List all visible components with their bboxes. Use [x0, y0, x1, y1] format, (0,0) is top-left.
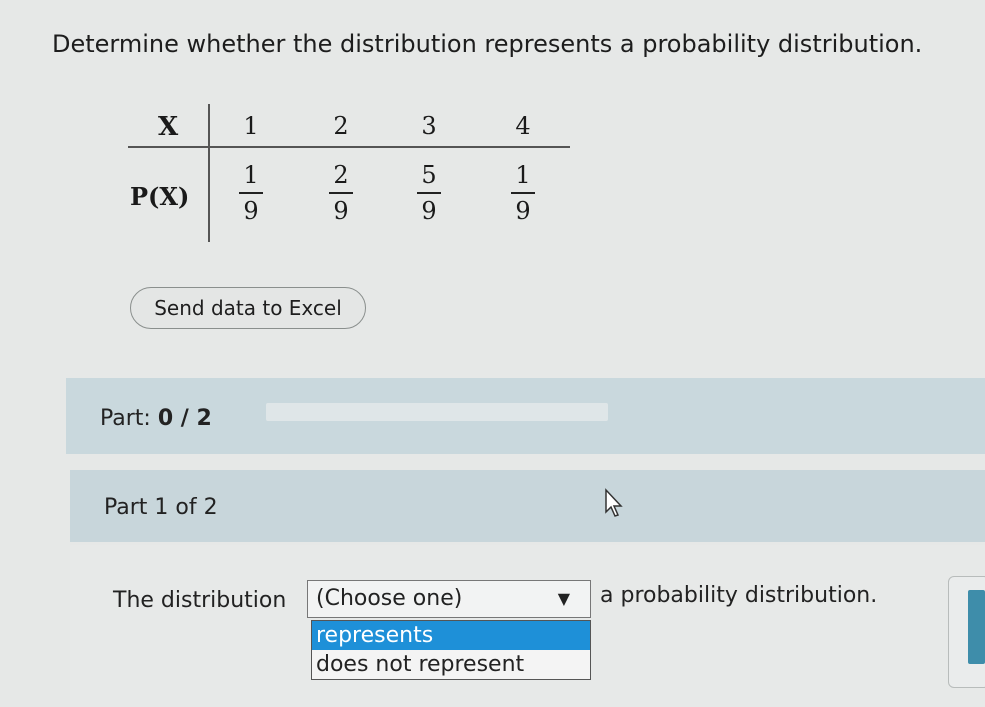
option-does-not-represent[interactable]: does not represent — [312, 650, 590, 679]
x-value: 4 — [515, 112, 531, 140]
send-to-excel-button[interactable]: Send data to Excel — [130, 287, 366, 329]
table-column-divider — [208, 104, 210, 242]
denominator: 9 — [421, 197, 437, 225]
question-text: Determine whether the distribution repre… — [52, 30, 923, 58]
choose-one-select[interactable]: (Choose one) ▼ — [307, 580, 591, 618]
denominator: 9 — [243, 197, 259, 225]
table-header-divider — [128, 146, 570, 148]
x-header: X — [158, 112, 179, 142]
distribution-table: X P(X) 1 2 3 4 1 9 2 9 5 9 1 9 — [128, 104, 570, 242]
probability-fraction: 2 9 — [325, 160, 357, 226]
part-label: Part: — [100, 406, 151, 431]
x-value: 1 — [243, 112, 259, 140]
dropdown-options: represents does not represent — [311, 620, 591, 680]
px-header: P(X) — [130, 182, 190, 211]
probability-fraction: 1 9 — [507, 160, 539, 226]
dropdown-arrow-icon[interactable]: ▼ — [558, 581, 570, 617]
numerator: 2 — [333, 161, 349, 189]
denominator: 9 — [333, 197, 349, 225]
denominator: 9 — [515, 197, 531, 225]
x-value: 3 — [421, 112, 437, 140]
x-value: 2 — [333, 112, 349, 140]
numerator: 5 — [421, 161, 437, 189]
part-count: 0 / 2 — [157, 406, 212, 431]
part-progress-label: Part: 0 / 2 — [100, 406, 212, 431]
mouse-pointer-icon — [605, 488, 623, 517]
progress-track — [266, 403, 608, 421]
sentence-start: The distribution — [113, 588, 287, 613]
numerator: 1 — [515, 161, 531, 189]
part1-label: Part 1 of 2 — [104, 495, 218, 520]
option-represents[interactable]: represents — [312, 621, 590, 650]
select-value: (Choose one) — [316, 586, 463, 611]
fraction-bar — [239, 192, 263, 194]
probability-fraction: 5 9 — [413, 160, 445, 226]
fraction-bar — [417, 192, 441, 194]
fraction-bar — [329, 192, 353, 194]
sentence-end: a probability distribution. — [600, 583, 878, 608]
probability-fraction: 1 9 — [235, 160, 267, 226]
side-tab[interactable] — [968, 590, 985, 664]
numerator: 1 — [243, 161, 259, 189]
fraction-bar — [511, 192, 535, 194]
